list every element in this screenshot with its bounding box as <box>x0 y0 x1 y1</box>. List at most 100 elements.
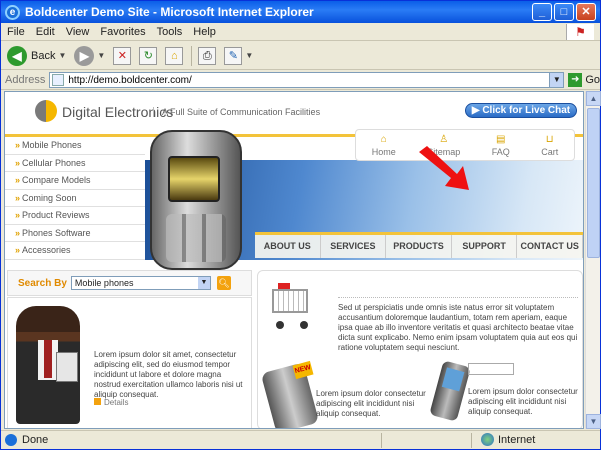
home-icon: ⌂ <box>165 46 184 65</box>
salesman-image <box>16 306 80 424</box>
quicknav-cart[interactable]: ⊔ Cart <box>541 134 558 157</box>
menu-view[interactable]: View <box>66 26 90 38</box>
promo-box <box>468 363 514 375</box>
status-divider <box>471 433 472 448</box>
nav-label: Compare Models <box>22 175 91 185</box>
details-link[interactable]: Details <box>94 398 128 407</box>
refresh-icon: ↻ <box>139 46 158 65</box>
search-category-value: Mobile phones <box>74 278 134 288</box>
status-text: Done <box>22 434 49 446</box>
maximize-button[interactable]: □ <box>554 3 574 21</box>
nav-label: Mobile Phones <box>22 140 82 150</box>
security-zone: Internet <box>481 433 535 446</box>
address-field[interactable]: ▼ <box>49 72 565 88</box>
address-dropdown-icon[interactable]: ▼ <box>549 73 564 87</box>
quicknav-faq[interactable]: ▤ FAQ <box>492 134 510 157</box>
search-button[interactable]: 🔍︎ <box>216 276 231 290</box>
faq-icon: ▤ <box>496 133 506 145</box>
phone-promo-image-2 <box>429 360 471 422</box>
nav-label: Cellular Phones <box>22 157 86 168</box>
nav-label: Coming Soon <box>22 192 77 203</box>
menu-file[interactable]: File <box>7 26 25 38</box>
edit-dropdown-icon[interactable]: ▼ <box>245 51 253 60</box>
nav-mobile-phones[interactable]: » Mobile Phones <box>5 137 145 155</box>
edit-button[interactable]: ✎ ▼ <box>224 46 253 65</box>
nav-services[interactable]: SERVICES <box>321 235 387 258</box>
red-arrow-icon <box>419 146 469 190</box>
nav-compare-models[interactable]: » Compare Models <box>5 172 145 190</box>
search-category-select[interactable]: Mobile phones ▼ <box>70 276 211 290</box>
live-chat-button[interactable]: ▶ Click for Live Chat <box>465 103 577 118</box>
status-divider <box>381 433 382 448</box>
chevron-right-icon: » <box>15 227 21 238</box>
brand-logo <box>35 100 57 122</box>
live-chat-label: Click for Live Chat <box>482 105 571 116</box>
vertical-scrollbar[interactable]: ▲ ▼ <box>585 91 601 429</box>
nav-about-us[interactable]: ABOUT US <box>255 235 321 258</box>
nav-products[interactable]: PRODUCTS <box>386 235 452 258</box>
go-label: Go <box>585 74 600 86</box>
forward-dropdown-icon[interactable]: ▼ <box>97 51 105 60</box>
featured-text: Lorem ipsum dolor sit amet, consectetur … <box>94 350 243 399</box>
menu-help[interactable]: Help <box>193 26 216 38</box>
nav-cellular-phones[interactable]: » Cellular Phones <box>5 155 145 172</box>
stop-button[interactable]: ✕ <box>113 46 132 65</box>
globe-icon <box>481 433 494 446</box>
print-button[interactable]: ⎙ <box>198 46 217 65</box>
browser-window: e Boldcenter Demo Site - Microsoft Inter… <box>0 0 601 450</box>
address-input[interactable] <box>68 74 549 86</box>
site-header: Digital Electronics A Full Suite of Comm… <box>5 92 583 134</box>
nav-label: Accessories <box>22 245 71 255</box>
page-viewport: Digital Electronics A Full Suite of Comm… <box>4 91 584 429</box>
search-icon: 🔍︎ <box>218 278 230 288</box>
scroll-up-icon[interactable]: ▲ <box>586 91 601 106</box>
back-button[interactable]: ◀ Back ▼ <box>7 45 66 66</box>
brand-tagline: A Full Suite of Communication Facilities <box>153 107 320 117</box>
chevron-right-icon: » <box>15 140 21 150</box>
chevron-right-icon: » <box>15 210 21 220</box>
forward-button[interactable]: ▶ ▼ <box>74 45 105 66</box>
go-arrow-icon: ➜ <box>568 73 583 87</box>
scroll-thumb[interactable] <box>587 108 600 258</box>
sitemap-icon: ♙ <box>439 133 449 145</box>
promo-text-2: Lorem ipsum dolor consectetur adipiscing… <box>316 389 426 418</box>
home-icon: ⌂ <box>380 133 387 145</box>
forward-arrow-icon: ▶ <box>74 45 95 66</box>
refresh-button[interactable]: ↻ <box>139 46 158 65</box>
chevron-right-icon: » <box>15 192 21 203</box>
nav-phones-software[interactable]: » Phones Software <box>5 225 145 242</box>
quicknav-home[interactable]: ⌂ Home <box>372 134 396 157</box>
details-label: Details <box>104 398 129 407</box>
quicknav-label: Cart <box>541 146 559 157</box>
nav-coming-soon[interactable]: » Coming Soon <box>5 190 145 207</box>
back-dropdown-icon[interactable]: ▼ <box>58 51 66 60</box>
home-button[interactable]: ⌂ <box>165 46 184 65</box>
search-label: Search By <box>18 277 67 289</box>
minimize-button[interactable]: _ <box>532 3 552 21</box>
ie-icon: e <box>5 4 20 20</box>
scroll-down-icon[interactable]: ▼ <box>586 414 601 429</box>
nav-product-reviews[interactable]: » Product Reviews <box>5 207 145 225</box>
back-arrow-icon: ◀ <box>7 45 27 66</box>
nav-label: Product Reviews <box>22 210 90 220</box>
nav-support[interactable]: SUPPORT <box>452 235 518 258</box>
page-done-icon <box>5 434 17 446</box>
edit-page-icon: ✎ <box>224 46 243 65</box>
menu-edit[interactable]: Edit <box>36 26 55 38</box>
nav-label: Phones Software <box>22 227 91 238</box>
nav-accessories[interactable]: » Accessories <box>5 242 145 260</box>
go-button[interactable]: ➜ Go <box>568 73 600 87</box>
bullet-icon <box>94 398 101 405</box>
close-button[interactable]: ✕ <box>576 3 596 21</box>
shopping-cart-image <box>268 283 318 333</box>
main-nav: ABOUT US SERVICES PRODUCTS SUPPORT CONTA… <box>255 232 583 258</box>
menu-tools[interactable]: Tools <box>157 26 183 38</box>
promo-text-1: Sed ut perspiciatis unde omnis iste natu… <box>338 303 578 352</box>
chevron-right-icon: » <box>15 245 21 255</box>
hero-phone-image <box>150 130 242 270</box>
quicknav-label: FAQ <box>491 146 510 157</box>
stop-icon: ✕ <box>113 46 132 65</box>
windows-flag-icon: ⚑ <box>566 24 594 40</box>
menu-favorites[interactable]: Favorites <box>100 26 145 38</box>
nav-contact-us[interactable]: CONTACT US <box>517 235 583 258</box>
